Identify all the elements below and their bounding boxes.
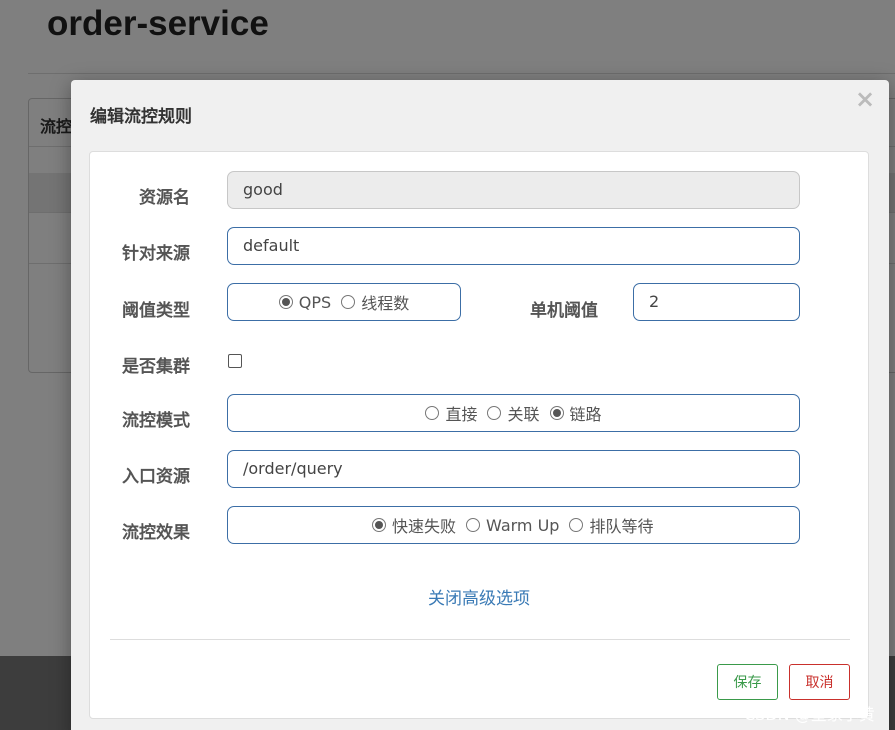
behavior-option-queue[interactable]: 排队等待	[569, 513, 653, 537]
toggle-advanced-options-link[interactable]: 关闭高级选项	[90, 584, 868, 609]
strategy-option-relate[interactable]: 关联	[487, 401, 540, 425]
strategy-option-chain[interactable]: 链路	[549, 401, 602, 425]
csdn-watermark: CSDN @皇家小黄	[744, 705, 875, 724]
limit-app-label: 针对来源	[122, 244, 190, 264]
strategy-option-direct[interactable]: 直接	[425, 401, 477, 425]
edit-flow-rule-dialog: 编辑流控规则 × 资源名 good 针对来源 default 阈值类型 QPS …	[71, 80, 889, 730]
radio-unchecked-icon	[466, 518, 481, 532]
close-icon[interactable]: ×	[855, 86, 875, 112]
cluster-checkbox[interactable]	[228, 354, 242, 368]
rule-form: 资源名 good 针对来源 default 阈值类型 QPS 线程数 单机阈值 …	[89, 151, 869, 719]
limit-app-input[interactable]: default	[227, 227, 800, 265]
grade-option-threads[interactable]: 线程数	[341, 290, 409, 314]
radio-checked-icon	[372, 518, 386, 532]
grade-label: 阈值类型	[122, 301, 190, 321]
control-behavior-label: 流控效果	[122, 523, 190, 543]
ref-resource-input[interactable]: /order/query	[227, 450, 800, 488]
count-input[interactable]: 2	[633, 283, 800, 321]
footer-divider	[110, 639, 850, 640]
grade-radio-group: QPS 线程数	[227, 283, 461, 321]
ref-resource-label: 入口资源	[122, 467, 190, 487]
cancel-button[interactable]: 取消	[789, 664, 850, 700]
count-label: 单机阈值	[530, 301, 598, 321]
control-behavior-radio-group: 快速失败 Warm Up 排队等待	[227, 506, 800, 544]
cluster-label: 是否集群	[122, 357, 190, 377]
behavior-option-warm-up[interactable]: Warm Up	[466, 516, 559, 535]
resource-input: good	[227, 171, 800, 209]
radio-checked-icon	[278, 295, 293, 309]
save-button[interactable]: 保存	[717, 664, 778, 700]
strategy-radio-group: 直接 关联 链路	[227, 394, 800, 432]
dialog-title: 编辑流控规则	[90, 107, 192, 127]
radio-unchecked-icon	[569, 518, 584, 532]
radio-unchecked-icon	[341, 295, 356, 309]
behavior-option-fail-fast[interactable]: 快速失败	[372, 513, 456, 537]
strategy-label: 流控模式	[122, 411, 190, 431]
grade-option-qps[interactable]: QPS	[278, 293, 331, 312]
resource-label: 资源名	[139, 188, 190, 208]
radio-checked-icon	[549, 406, 564, 420]
radio-unchecked-icon	[487, 406, 502, 420]
radio-unchecked-icon	[425, 406, 440, 420]
